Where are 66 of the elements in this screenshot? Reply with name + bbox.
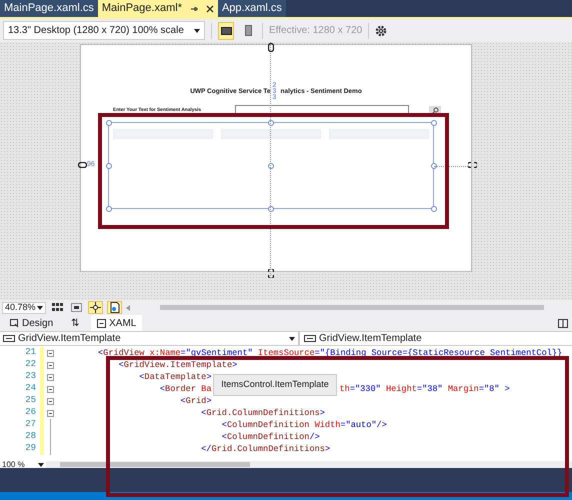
element-icon [3,335,15,342]
landscape-button[interactable] [218,22,234,40]
landscape-icon [220,26,232,34]
horizontal-scrollbar[interactable] [160,305,544,310]
canvas-tool-button[interactable] [50,301,65,314]
code-line: <Grid> [180,394,212,408]
close-icon[interactable] [206,4,214,12]
collapse-icon[interactable] [46,374,54,380]
horizontal-scrollbar[interactable] [60,462,250,467]
document-icon [110,302,120,313]
collapse-icon[interactable] [46,362,54,368]
code-line: <DataTemplate> [138,370,212,384]
document-tab[interactable]: MainPage.xaml* [98,0,218,17]
link-icon [468,162,477,168]
dotted-grid-icon [71,303,82,312]
line-number: 25 [24,394,37,408]
document-tab[interactable]: App.xaml.cs [218,0,286,17]
grid-icon [52,303,63,312]
view-tab[interactable]: XAML [91,315,142,331]
caret-icon [37,306,43,310]
canvas-tool-button[interactable] [88,301,103,314]
split-pane-icon[interactable] [558,319,568,328]
search-icon [432,107,438,114]
canvas-tool-button[interactable] [69,301,84,314]
link-icon [268,269,274,278]
collapse-icon[interactable] [46,398,54,404]
line-number: 22 [24,358,37,372]
design-icon [10,318,19,328]
code-line: <GridView.ItemTemplate> [118,358,238,372]
link-icon [268,43,274,52]
navigation-dropdown[interactable]: GridView.ItemTemplate [300,332,572,345]
collapse-icon[interactable] [46,350,54,356]
zoom-dropdown[interactable]: 40.78% [2,302,46,314]
effective-size-text: Effective: 1280 x 720 [269,24,362,38]
line-number: 21 [24,346,37,360]
link-icon [78,162,87,168]
line-number: 24 [24,382,37,396]
settings-icon[interactable] [375,24,388,36]
crosshair-icon [90,302,101,313]
code-line: <GridView x:Name="gvSentiment" ItemsSource="{Binding Source={StaticResource SentimentCol}} [98,346,562,360]
code-line: <Border Ba [158,382,212,396]
code-line: </Grid.ColumnDefinitions> [200,442,330,456]
caret-icon [289,336,295,340]
code-line: <ColumnDefinition/> [220,430,320,444]
line-number: 28 [24,430,37,444]
code-line: <Grid.ColumnDefinitions> [200,406,325,420]
collapse-icon[interactable] [46,386,54,392]
view-tab[interactable]: Design [4,315,60,331]
code-icon [97,318,106,328]
collapse-icon[interactable] [46,410,54,416]
editor-zoom-dropdown[interactable]: 100 % [0,461,46,468]
code-line: th="330" Height="38" Margin="8" > [339,382,510,396]
line-number: 23 [24,370,37,384]
device-dropdown[interactable]: 13.3" Desktop (1280 x 720) 100% scale [3,21,205,40]
line-number: 27 [24,418,37,432]
line-number: 29 [24,442,37,456]
line-number: 26 [24,406,37,420]
caret-icon [194,28,200,32]
swap-panes-button[interactable]: ⇅ [65,315,86,331]
portrait-icon [244,25,252,36]
pin-icon[interactable] [190,4,198,12]
tooltip: ItemsControl.ItemTemplate [213,374,337,396]
element-icon [304,335,316,342]
canvas-tool-button[interactable] [107,301,122,314]
code-line: <ColumnDefinition Width="auto"/> [220,418,387,432]
document-tab[interactable]: MainPage.xaml.cs [0,0,98,17]
